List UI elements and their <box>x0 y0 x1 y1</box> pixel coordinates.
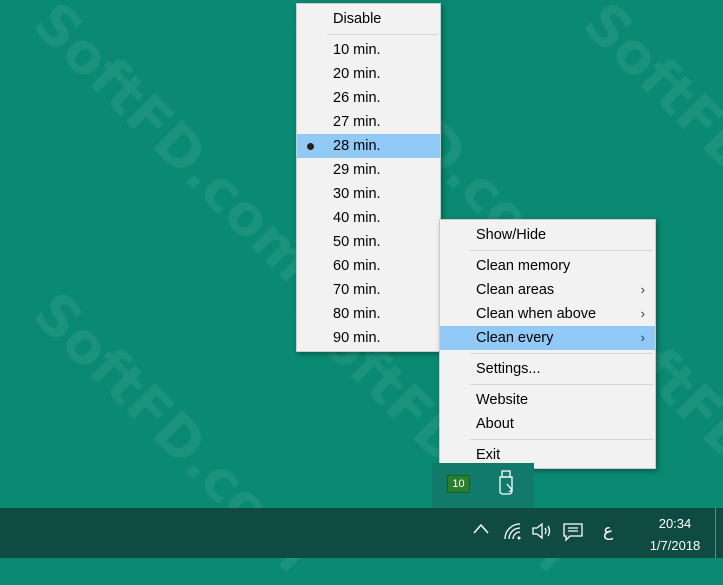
menu-item-label: 60 min. <box>333 258 381 274</box>
menu-item-website[interactable]: Website <box>440 388 655 412</box>
menu-item-clean-memory[interactable]: Clean memory <box>440 254 655 278</box>
menu-item-clean-areas[interactable]: Clean areas › <box>440 278 655 302</box>
menu-item-label: 80 min. <box>333 306 381 322</box>
menu-item-label: 29 min. <box>333 162 381 178</box>
action-center-notification-icon[interactable] <box>562 522 584 547</box>
menu-item-26-min[interactable]: 26 min. <box>297 86 440 110</box>
chevron-right-icon: › <box>640 306 645 321</box>
menu-separator <box>470 439 653 440</box>
chevron-right-icon: › <box>640 282 645 297</box>
menu-item-label: 40 min. <box>333 210 381 226</box>
menu-item-show-hide[interactable]: Show/Hide <box>440 223 655 247</box>
clock-time: 20:34 <box>658 516 692 531</box>
menu-separator <box>327 34 438 35</box>
menu-item-label: Website <box>476 392 529 408</box>
menu-item-settings[interactable]: Settings... <box>440 357 655 381</box>
menu-item-28-min[interactable]: 28 min. <box>297 134 440 158</box>
memory-cleaner-tray-icon[interactable]: 10 <box>447 475 470 493</box>
menu-item-clean-every[interactable]: Clean every › <box>440 326 655 350</box>
menu-item-label: 90 min. <box>333 330 381 346</box>
menu-item-50-min[interactable]: 50 min. <box>297 230 440 254</box>
usb-drive-icon[interactable] <box>496 470 516 496</box>
menu-item-label: Clean every <box>476 330 554 346</box>
menu-item-29-min[interactable]: 29 min. <box>297 158 440 182</box>
menu-item-label: Clean areas <box>476 282 555 298</box>
input-language-indicator[interactable]: ع <box>603 521 613 541</box>
menu-item-label: Clean memory <box>476 258 571 274</box>
menu-item-90-min[interactable]: 90 min. <box>297 326 440 350</box>
tray-context-menu: Show/Hide Clean memory Clean areas › Clea… <box>439 219 656 469</box>
wifi-icon[interactable] <box>503 522 523 545</box>
chevron-right-icon: › <box>640 330 645 345</box>
menu-item-label: Exit <box>476 447 501 463</box>
menu-item-label: 50 min. <box>333 234 381 250</box>
menu-item-label: Clean when above <box>476 306 597 322</box>
menu-item-disable[interactable]: Disable <box>297 7 440 31</box>
taskbar-clock[interactable]: 20:34 1/7/2018 <box>647 513 703 557</box>
clock-date: 1/7/2018 <box>649 538 701 553</box>
menu-item-30-min[interactable]: 30 min. <box>297 182 440 206</box>
menu-item-label: 27 min. <box>333 114 381 130</box>
menu-item-80-min[interactable]: 80 min. <box>297 302 440 326</box>
menu-item-label: 20 min. <box>333 66 381 82</box>
menu-item-40-min[interactable]: 40 min. <box>297 206 440 230</box>
menu-item-label: 28 min. <box>333 138 381 154</box>
menu-item-label: Show/Hide <box>476 227 547 243</box>
menu-item-label: 70 min. <box>333 282 381 298</box>
menu-separator <box>470 384 653 385</box>
menu-item-clean-when-above[interactable]: Clean when above › <box>440 302 655 326</box>
volume-icon[interactable] <box>531 522 553 545</box>
menu-separator <box>470 353 653 354</box>
menu-separator <box>470 250 653 251</box>
taskbar <box>0 508 723 558</box>
menu-item-27-min[interactable]: 27 min. <box>297 110 440 134</box>
menu-item-70-min[interactable]: 70 min. <box>297 278 440 302</box>
menu-item-label: 10 min. <box>333 42 381 58</box>
menu-item-60-min[interactable]: 60 min. <box>297 254 440 278</box>
menu-item-20-min[interactable]: 20 min. <box>297 62 440 86</box>
clean-every-submenu: Disable 10 min. 20 min. 26 min. 27 min. … <box>296 3 441 352</box>
menu-item-label: 30 min. <box>333 186 381 202</box>
menu-item-label: 26 min. <box>333 90 381 106</box>
show-desktop-button[interactable] <box>715 508 716 558</box>
radio-bullet-icon <box>307 143 314 150</box>
menu-item-about[interactable]: About <box>440 412 655 436</box>
menu-item-label: About <box>476 416 514 432</box>
menu-item-label: Settings... <box>476 361 541 377</box>
menu-item-10-min[interactable]: 10 min. <box>297 38 440 62</box>
show-hidden-icons-chevron-icon[interactable] <box>472 522 490 541</box>
watermark: SoftFD.com <box>20 0 326 295</box>
menu-item-label: Disable <box>333 11 382 27</box>
